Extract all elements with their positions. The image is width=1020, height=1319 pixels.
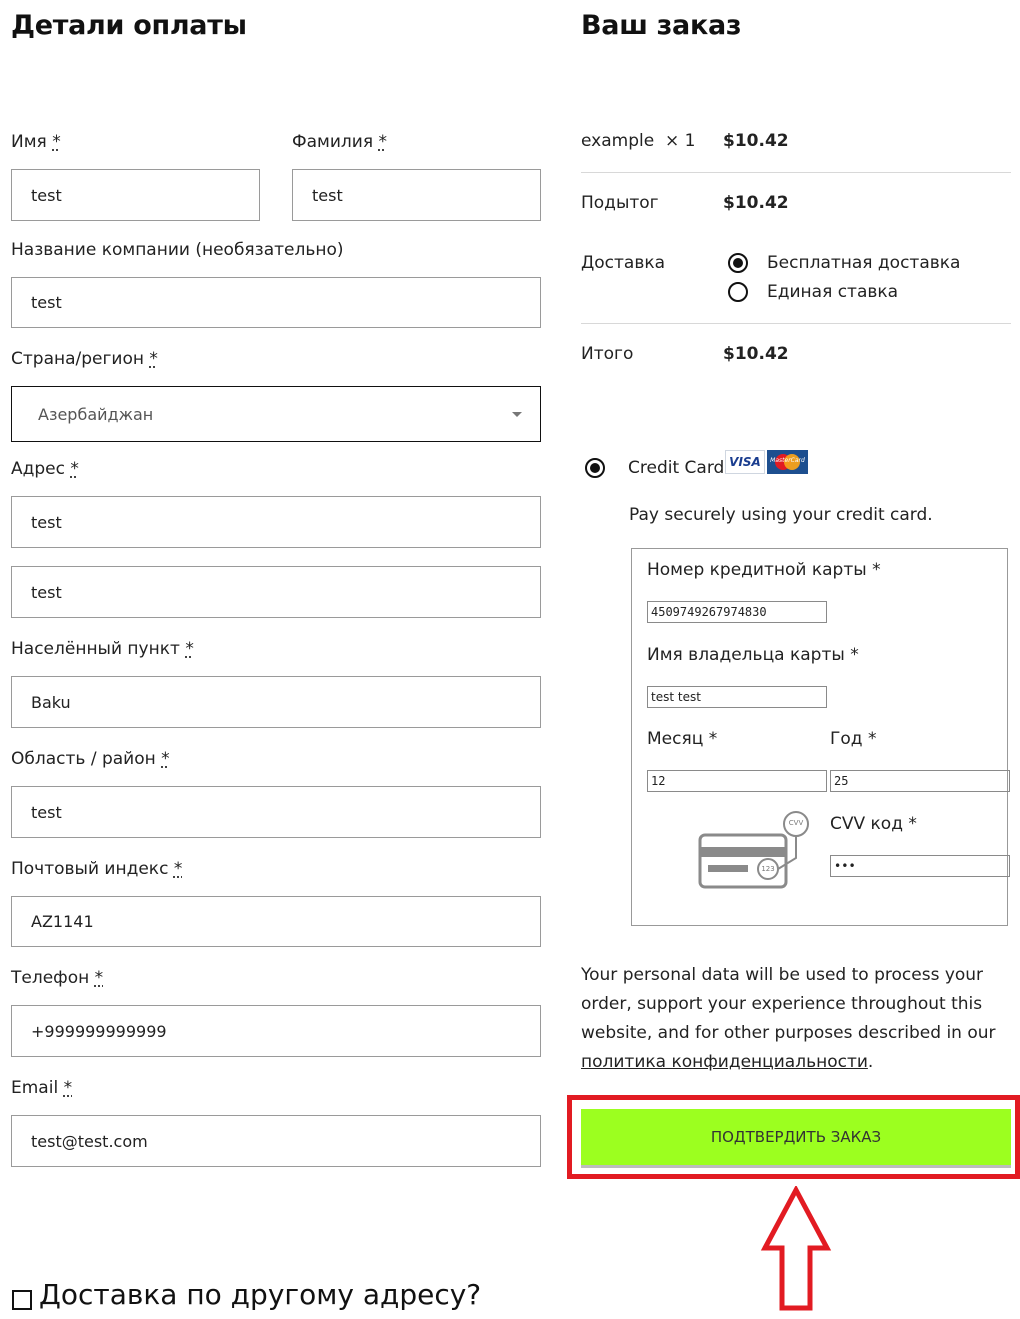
payment-credit-card-radio[interactable]: [585, 458, 605, 478]
country-label: Страна/регион *: [11, 349, 158, 369]
cvv-icon-bottom-text: 123: [761, 865, 775, 873]
order-title: Ваш заказ: [581, 10, 742, 41]
order-item-qty: × 1: [664, 131, 696, 151]
company-label: Название компании (необязательно): [11, 240, 344, 260]
shipping-label: Доставка: [581, 253, 666, 273]
first-name-label: Имя *: [11, 132, 61, 152]
subtotal-value: $10.42: [723, 193, 789, 213]
address-line1-input[interactable]: test: [11, 496, 541, 548]
country-select-value: Азербайджан: [38, 404, 154, 424]
payment-method-label[interactable]: Credit Card: [628, 458, 724, 478]
arrow-up-icon: [760, 1186, 832, 1311]
visa-icon: VISA: [725, 450, 765, 474]
shipping-free-radio[interactable]: [728, 253, 748, 273]
email-label: Email *: [11, 1078, 73, 1098]
divider: [581, 172, 1011, 173]
ship-other-label[interactable]: Доставка по другому адресу?: [39, 1278, 481, 1311]
card-holder-label: Имя владельца карты *: [647, 645, 859, 665]
mastercard-icon: MasterCard: [767, 450, 808, 474]
order-item-name: example: [581, 131, 655, 151]
cvv-card-icon: CVV 123: [695, 808, 815, 897]
year-input[interactable]: 25: [830, 770, 1010, 792]
privacy-line-1: Your personal data will be used to proce…: [581, 965, 984, 985]
cvv-label: CVV код *: [830, 814, 917, 834]
postcode-label: Почтовый индекс *: [11, 859, 183, 879]
privacy-line-4: политика конфиденциальности.: [581, 1048, 1011, 1077]
city-input[interactable]: Baku: [11, 676, 541, 728]
cvv-input[interactable]: •••: [830, 855, 1010, 877]
address-line2-input[interactable]: test: [11, 566, 541, 618]
shipping-flat-label[interactable]: Единая ставка: [767, 282, 898, 302]
total-value: $10.42: [723, 344, 789, 364]
payment-description: Pay securely using your credit card.: [629, 505, 933, 525]
privacy-line-2: order, support your experience throughou…: [581, 994, 983, 1014]
month-label: Месяц *: [647, 729, 718, 749]
last-name-label: Фамилия *: [292, 132, 387, 152]
year-label: Год *: [830, 729, 877, 749]
email-input[interactable]: test@test.com: [11, 1115, 541, 1167]
privacy-line-3: website, and for other purposes describe…: [581, 1023, 996, 1043]
month-input[interactable]: 12: [647, 770, 827, 792]
phone-input[interactable]: +999999999999: [11, 1005, 541, 1057]
first-name-input[interactable]: test: [11, 169, 260, 221]
card-number-input[interactable]: 4509749267974830: [647, 601, 827, 623]
divider: [581, 323, 1011, 324]
billing-title: Детали оплаты: [11, 10, 247, 41]
city-label: Населённый пункт *: [11, 639, 194, 659]
card-holder-input[interactable]: test test: [647, 686, 827, 708]
place-order-button[interactable]: ПОДТВЕРДИТЬ ЗАКАЗ: [581, 1109, 1011, 1168]
mastercard-text: MasterCard: [770, 457, 805, 464]
cvv-icon-top-text: CVV: [788, 819, 804, 827]
last-name-input[interactable]: test: [292, 169, 541, 221]
total-label: Итого: [581, 344, 634, 364]
state-label: Область / район *: [11, 749, 170, 769]
shipping-free-label[interactable]: Бесплатная доставка: [767, 253, 960, 273]
state-input[interactable]: test: [11, 786, 541, 838]
ship-other-checkbox[interactable]: [12, 1290, 32, 1310]
card-number-label: Номер кредитной карты *: [647, 560, 881, 580]
shipping-flat-radio[interactable]: [728, 282, 748, 302]
phone-label: Телефон *: [11, 968, 104, 988]
company-input[interactable]: test: [11, 277, 541, 328]
order-item-price: $10.42: [723, 131, 789, 151]
address-label: Адрес *: [11, 459, 79, 479]
privacy-end: .: [867, 1052, 874, 1072]
postcode-input[interactable]: AZ1141: [11, 896, 541, 947]
privacy-policy-link[interactable]: политика конфиденциальности: [581, 1052, 868, 1072]
subtotal-label: Подытог: [581, 193, 659, 213]
privacy-notice: Your personal data will be used to proce…: [581, 961, 1011, 1077]
country-select[interactable]: Азербайджан: [11, 386, 541, 442]
visa-text: VISA: [729, 455, 761, 469]
order-item: example × 1: [581, 131, 695, 151]
chevron-down-icon: [512, 412, 522, 417]
